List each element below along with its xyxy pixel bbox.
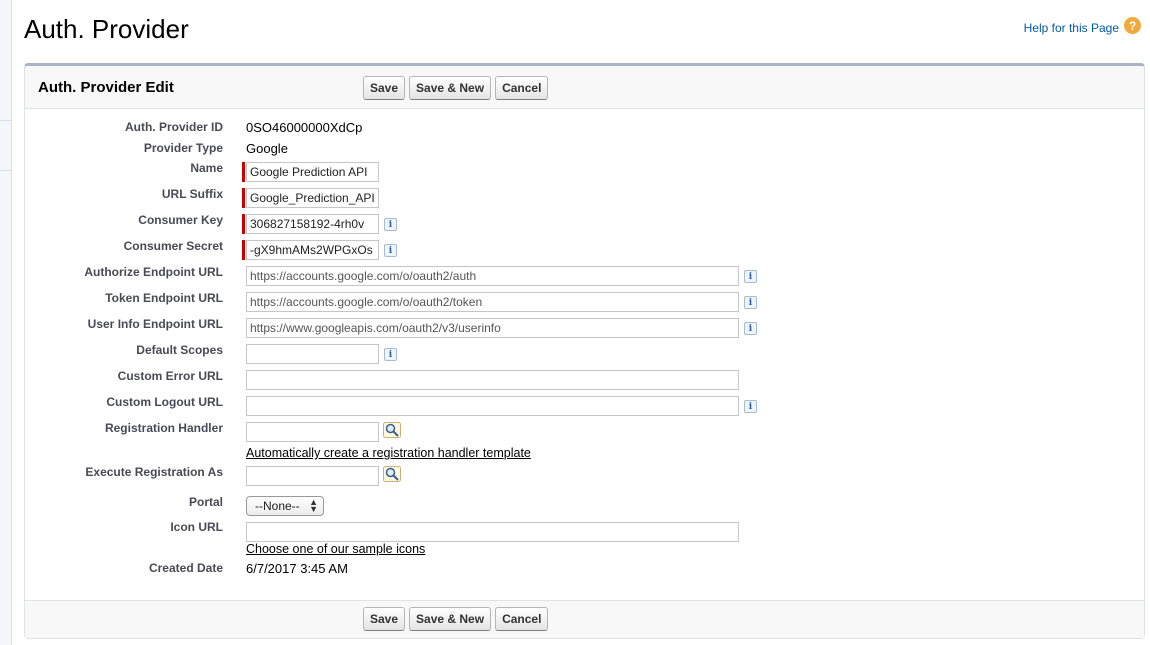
custom-logout-url-info-icon[interactable]: i — [744, 400, 757, 413]
portal-select[interactable]: --None-- ▲ ▼ — [246, 496, 324, 516]
required-indicator — [242, 214, 245, 234]
consumer-secret-input[interactable] — [246, 240, 379, 260]
panel-header: Auth. Provider Edit Save Save & New Canc… — [25, 66, 1144, 109]
icon-url-label: Icon URL — [170, 520, 223, 534]
consumer-key-info-icon[interactable]: i — [384, 218, 397, 231]
registration-handler-input[interactable] — [246, 422, 379, 442]
cancel-button[interactable]: Cancel — [495, 76, 549, 100]
save-and-new-button[interactable]: Save & New — [409, 76, 492, 100]
registration-handler-label: Registration Handler — [104, 421, 223, 435]
provider-type-value: Google — [246, 141, 288, 156]
cancel-button[interactable]: Cancel — [495, 607, 549, 631]
authorize-endpoint-url-info-icon[interactable]: i — [744, 270, 757, 283]
consumer-secret-label: Consumer Secret — [123, 239, 223, 253]
custom-error-url-input[interactable] — [246, 370, 739, 390]
name-label: Name — [190, 161, 223, 175]
auth-provider-edit-panel: Auth. Provider Edit Save Save & New Canc… — [24, 63, 1145, 639]
panel-body: Auth. Provider ID 0SO46000000XdCp Provid… — [25, 109, 1144, 601]
authorize-endpoint-url-label: Authorize Endpoint URL — [84, 265, 223, 279]
save-and-new-button[interactable]: Save & New — [409, 607, 492, 631]
default-scopes-info-icon[interactable]: i — [384, 348, 397, 361]
help-for-page-link[interactable]: Help for this Page — [1024, 21, 1119, 35]
consumer-secret-info-icon[interactable]: i — [384, 244, 397, 257]
consumer-key-label: Consumer Key — [138, 213, 223, 227]
save-button[interactable]: Save — [363, 607, 406, 631]
custom-logout-url-input[interactable] — [246, 396, 739, 416]
required-indicator — [242, 188, 245, 208]
portal-selected-value: --None-- — [255, 499, 300, 513]
token-endpoint-url-label: Token Endpoint URL — [105, 291, 223, 305]
auth-provider-id-value: 0SO46000000XdCp — [246, 120, 363, 135]
create-registration-handler-link[interactable]: Automatically create a registration hand… — [246, 446, 531, 460]
top-button-row: Save Save & New Cancel — [363, 76, 549, 100]
portal-label: Portal — [188, 495, 223, 509]
icon-url-input[interactable] — [246, 522, 739, 542]
token-endpoint-url-info-icon[interactable]: i — [744, 296, 757, 309]
default-scopes-input[interactable] — [246, 344, 379, 364]
authorize-endpoint-url-input[interactable] — [246, 266, 739, 286]
registration-handler-lookup-icon[interactable] — [383, 422, 401, 438]
consumer-key-input[interactable] — [246, 214, 379, 234]
left-edge-strip — [0, 0, 12, 645]
execute-registration-as-lookup-icon[interactable] — [383, 466, 401, 482]
provider-type-label: Provider Type — [143, 141, 223, 155]
bottom-button-row: Save Save & New Cancel — [363, 607, 549, 631]
panel-title: Auth. Provider Edit — [38, 79, 174, 96]
left-edge-segment — [0, 120, 11, 169]
save-button[interactable]: Save — [363, 76, 406, 100]
required-indicator — [242, 240, 245, 260]
left-edge-segment — [0, 170, 11, 219]
name-input[interactable] — [246, 162, 379, 182]
created-date-value: 6/7/2017 3:45 AM — [246, 561, 348, 576]
page-title: Auth. Provider — [24, 14, 189, 44]
url-suffix-label: URL Suffix — [161, 187, 223, 201]
created-date-label: Created Date — [148, 561, 223, 575]
select-arrows-icon: ▲ ▼ — [309, 497, 318, 514]
help-question-icon[interactable]: ? — [1124, 17, 1141, 34]
execute-registration-as-label: Execute Registration As — [85, 465, 223, 479]
custom-error-url-label: Custom Error URL — [117, 369, 223, 383]
url-suffix-input[interactable] — [246, 188, 379, 208]
custom-logout-url-label: Custom Logout URL — [106, 395, 223, 409]
panel-footer: Save Save & New Cancel — [25, 600, 1144, 638]
choose-sample-icon-link[interactable]: Choose one of our sample icons — [246, 542, 425, 556]
required-indicator — [242, 162, 245, 182]
user-info-endpoint-url-input[interactable] — [246, 318, 739, 338]
user-info-endpoint-url-label: User Info Endpoint URL — [87, 317, 223, 331]
user-info-endpoint-url-info-icon[interactable]: i — [744, 322, 757, 335]
auth-provider-id-label: Auth. Provider ID — [124, 120, 223, 134]
execute-registration-as-input[interactable] — [246, 466, 379, 486]
default-scopes-label: Default Scopes — [136, 343, 223, 357]
token-endpoint-url-input[interactable] — [246, 292, 739, 312]
